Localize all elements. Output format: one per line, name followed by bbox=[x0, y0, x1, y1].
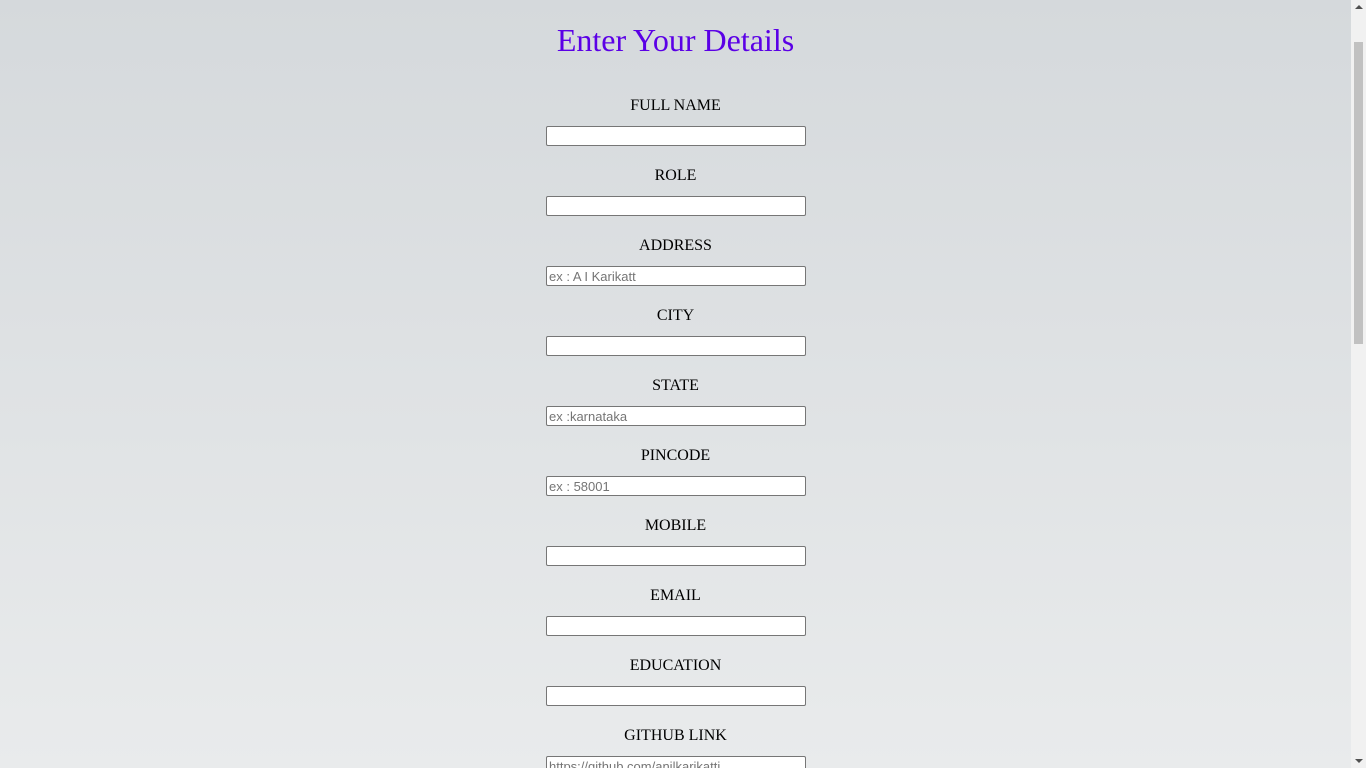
role-input[interactable] bbox=[546, 196, 806, 216]
field-email: EMAIL bbox=[0, 586, 1351, 636]
full-name-input[interactable] bbox=[546, 126, 806, 146]
github-link-label: GITHUB LINK bbox=[624, 727, 727, 744]
role-label: ROLE bbox=[654, 167, 697, 184]
field-city: CITY bbox=[0, 306, 1351, 356]
github-link-input[interactable] bbox=[546, 756, 806, 768]
email-label: EMAIL bbox=[650, 587, 701, 604]
field-github-link: GITHUB LINK bbox=[0, 726, 1351, 768]
mobile-input[interactable] bbox=[546, 546, 806, 566]
pincode-input[interactable] bbox=[546, 476, 806, 496]
field-mobile: MOBILE bbox=[0, 516, 1351, 566]
city-label: CITY bbox=[656, 307, 695, 324]
field-pincode: PINCODE bbox=[0, 446, 1351, 496]
state-label: STATE bbox=[652, 377, 699, 394]
field-education: EDUCATION bbox=[0, 656, 1351, 706]
arrow-up-icon bbox=[1354, 5, 1363, 9]
address-label: ADDRESS bbox=[639, 237, 712, 254]
email-input[interactable] bbox=[546, 616, 806, 636]
vertical-scrollbar[interactable] bbox=[1351, 0, 1366, 768]
pincode-label: PINCODE bbox=[640, 447, 711, 464]
field-address: ADDRESS bbox=[0, 236, 1351, 286]
education-input[interactable] bbox=[546, 686, 806, 706]
page-title: Enter Your Details bbox=[556, 22, 795, 58]
field-state: STATE bbox=[0, 376, 1351, 426]
city-input[interactable] bbox=[546, 336, 806, 356]
full-name-label: FULL NAME bbox=[630, 97, 721, 114]
field-full-name: FULL NAME bbox=[0, 96, 1351, 146]
scroll-up-button[interactable] bbox=[1351, 0, 1366, 14]
state-input[interactable] bbox=[546, 406, 806, 426]
field-role: ROLE bbox=[0, 166, 1351, 216]
arrow-down-icon bbox=[1354, 759, 1363, 763]
mobile-label: MOBILE bbox=[644, 517, 707, 534]
address-input[interactable] bbox=[546, 266, 806, 286]
page: Enter Your Details FULL NAME ROLE ADDRES… bbox=[0, 0, 1351, 768]
education-label: EDUCATION bbox=[629, 657, 722, 674]
scrollbar-thumb[interactable] bbox=[1354, 42, 1363, 344]
scroll-down-button[interactable] bbox=[1351, 754, 1366, 768]
